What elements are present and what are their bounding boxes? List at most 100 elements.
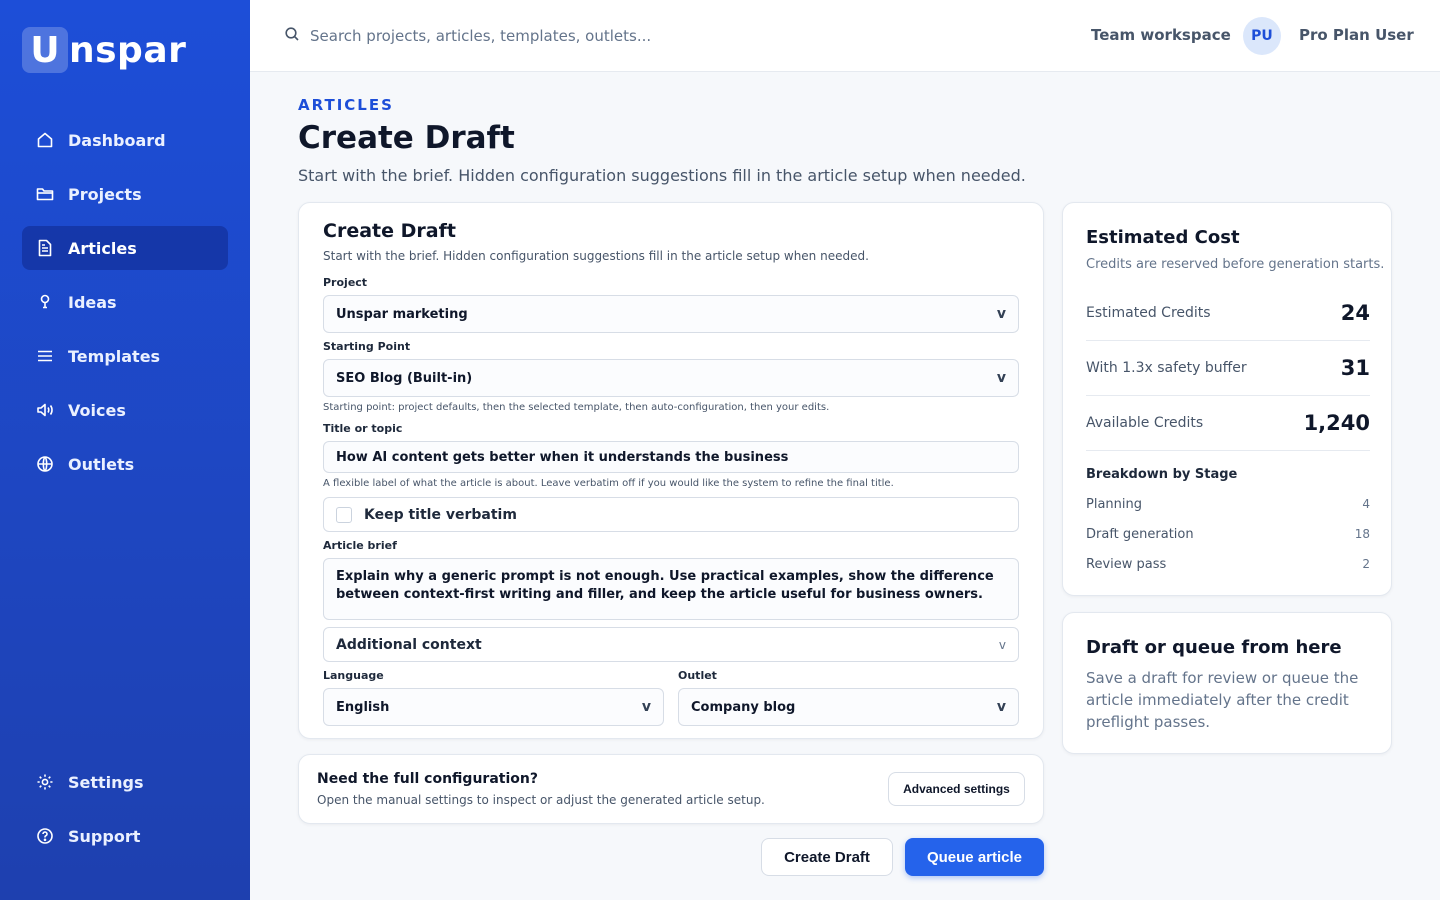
sidebar-item-label: Dashboard <box>68 130 166 150</box>
chevron-down-icon: v <box>996 306 1006 322</box>
keep-title-verbatim[interactable]: Keep title verbatim <box>323 497 1019 532</box>
logo-wordmark: nspar <box>69 29 187 71</box>
sidebar-item-label: Templates <box>68 346 161 366</box>
additional-context-toggle[interactable]: Additional context v <box>323 627 1019 662</box>
folder-icon <box>36 185 54 203</box>
brief-label: Article brief <box>323 539 397 552</box>
breakdown-label: Planning <box>1086 497 1142 512</box>
title-value: How AI content gets better when it under… <box>336 449 789 465</box>
queue-article-button[interactable]: Queue article <box>905 838 1044 876</box>
outlet-label: Outlet <box>678 669 717 682</box>
estimated-cost-card: Estimated Cost Credits are reserved befo… <box>1062 202 1392 596</box>
sidebar-item-articles[interactable]: Articles <box>22 226 228 270</box>
breakdown-row: Review pass 2 <box>1086 557 1370 572</box>
starting-point-label: Starting Point <box>323 340 411 353</box>
sidebar-item-label: Voices <box>68 400 126 420</box>
lightbulb-icon <box>36 293 54 311</box>
sidebar-item-label: Articles <box>68 238 137 258</box>
queue-card-title: Draft or queue from here <box>1086 637 1342 658</box>
logo-mark: U <box>22 27 68 73</box>
verbatim-checkbox[interactable] <box>336 506 352 523</box>
sidebar-item-label: Settings <box>68 772 144 792</box>
breakdown-value: 18 <box>1354 527 1370 541</box>
home-icon <box>36 131 54 149</box>
cost-row: Available Credits 1,240 <box>1086 396 1370 451</box>
title-help: A flexible label of what the article is … <box>323 478 894 489</box>
cost-row-label: With 1.3x safety buffer <box>1086 360 1247 376</box>
speaker-icon <box>36 401 54 419</box>
additional-context-label: Additional context <box>336 636 482 653</box>
cost-row: Estimated Credits 24 <box>1086 286 1370 341</box>
cost-row-label: Available Credits <box>1086 415 1204 431</box>
brief-textarea[interactable]: Explain why a generic prompt is not enou… <box>323 558 1019 620</box>
form-subtitle: Start with the brief. Hidden configurati… <box>323 249 869 263</box>
queue-card-body: Save a draft for review or queue the art… <box>1086 669 1359 731</box>
page-title: Create Draft <box>298 120 515 156</box>
draft-or-queue-card: Draft or queue from here Save a draft fo… <box>1062 612 1392 754</box>
sidebar-item-label: Ideas <box>68 292 117 312</box>
sidebar-item-ideas[interactable]: Ideas <box>22 280 228 324</box>
full-configuration-card: Need the full configuration? Open the ma… <box>298 754 1044 824</box>
sidebar-item-projects[interactable]: Projects <box>22 172 228 216</box>
cost-row-value: 24 <box>1340 301 1370 325</box>
avatar[interactable]: PU <box>1243 17 1281 55</box>
cost-subtitle: Credits are reserved before generation s… <box>1086 257 1385 272</box>
chevron-down-icon: v <box>641 699 651 715</box>
breakdown-row: Draft generation 18 <box>1086 527 1370 542</box>
title-input[interactable]: How AI content gets better when it under… <box>323 441 1019 473</box>
starting-point-select[interactable]: SEO Blog (Built-in) v <box>323 359 1019 397</box>
workspace-switcher[interactable]: Team workspace <box>1091 26 1231 44</box>
chevron-down-icon: v <box>998 637 1006 652</box>
top-bar: Team workspace PU Pro Plan User <box>250 0 1440 72</box>
chevron-down-icon: v <box>996 370 1006 386</box>
section-eyebrow: ARTICLES <box>298 96 394 114</box>
document-icon <box>36 239 54 257</box>
brand-logo[interactable]: U nspar <box>22 27 186 73</box>
sidebar: U nspar Dashboard Projects Articles Idea… <box>0 0 250 900</box>
sidebar-item-templates[interactable]: Templates <box>22 334 228 378</box>
breakdown-row: Planning 4 <box>1086 497 1370 512</box>
language-select[interactable]: English v <box>323 688 664 726</box>
project-select[interactable]: Unspar marketing v <box>323 295 1019 333</box>
project-value: Unspar marketing <box>336 306 468 322</box>
user-name[interactable]: Pro Plan User <box>1299 26 1414 44</box>
sidebar-bottom-nav: Settings Support <box>22 760 228 868</box>
sidebar-nav: Dashboard Projects Articles Ideas Templa… <box>22 118 228 496</box>
config-subtitle: Open the manual settings to inspect or a… <box>317 793 765 807</box>
chevron-down-icon: v <box>996 699 1006 715</box>
sidebar-item-outlets[interactable]: Outlets <box>22 442 228 486</box>
breakdown-label: Draft generation <box>1086 527 1194 542</box>
page-subtitle: Start with the brief. Hidden configurati… <box>298 166 1026 185</box>
sidebar-item-label: Support <box>68 826 141 846</box>
globe-icon <box>36 455 54 473</box>
create-draft-button[interactable]: Create Draft <box>761 838 893 876</box>
config-title: Need the full configuration? <box>317 771 538 787</box>
starting-point-help: Starting point: project defaults, then t… <box>323 402 830 413</box>
sidebar-item-dashboard[interactable]: Dashboard <box>22 118 228 162</box>
title-label: Title or topic <box>323 422 403 435</box>
language-value: English <box>336 699 390 715</box>
sidebar-item-voices[interactable]: Voices <box>22 388 228 432</box>
cost-row: With 1.3x safety buffer 31 <box>1086 341 1370 396</box>
sidebar-item-settings[interactable]: Settings <box>22 760 228 804</box>
cost-row-value: 31 <box>1340 356 1370 380</box>
gear-icon <box>36 773 54 791</box>
sidebar-item-label: Outlets <box>68 454 135 474</box>
breakdown-title: Breakdown by Stage <box>1086 467 1238 482</box>
form-title: Create Draft <box>323 220 456 242</box>
verbatim-label: Keep title verbatim <box>364 506 517 523</box>
outlet-select[interactable]: Company blog v <box>678 688 1019 726</box>
cost-title: Estimated Cost <box>1086 227 1240 248</box>
language-label: Language <box>323 669 384 682</box>
project-label: Project <box>323 276 368 289</box>
search-input[interactable] <box>310 27 830 45</box>
breakdown-value: 4 <box>1362 497 1370 511</box>
advanced-settings-button[interactable]: Advanced settings <box>888 772 1025 806</box>
sidebar-item-label: Projects <box>68 184 142 204</box>
list-icon <box>36 347 54 365</box>
cost-row-label: Estimated Credits <box>1086 305 1211 321</box>
breakdown-label: Review pass <box>1086 557 1167 572</box>
sidebar-item-support[interactable]: Support <box>22 814 228 858</box>
outlet-value: Company blog <box>691 699 796 715</box>
search-icon <box>284 26 300 46</box>
